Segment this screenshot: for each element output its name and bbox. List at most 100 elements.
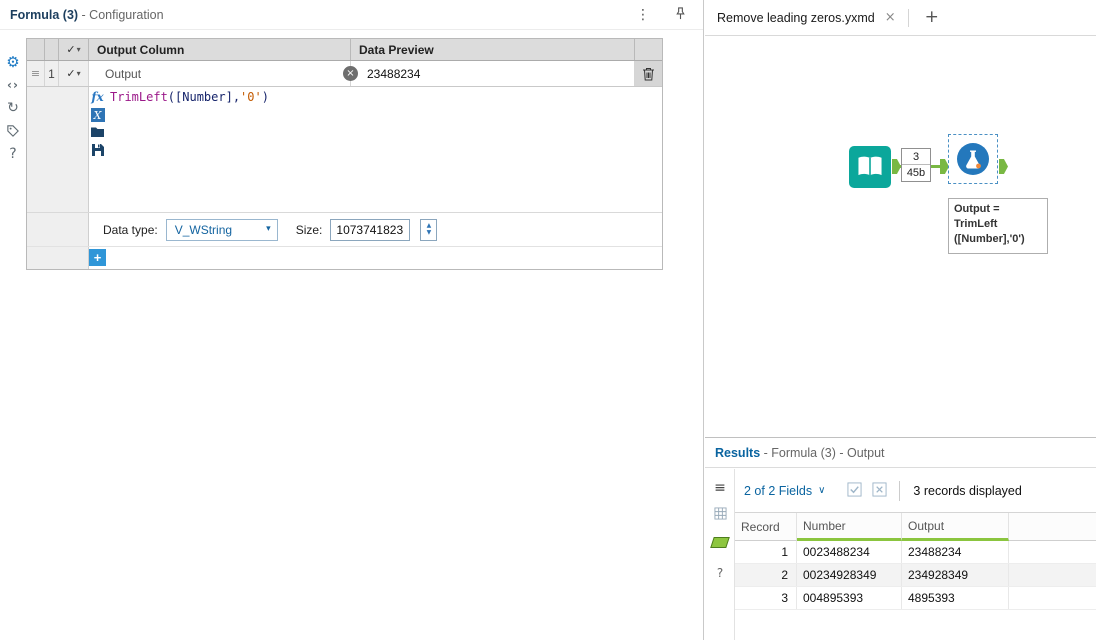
formula-expression[interactable]: TrimLeft([Number],'0'): [106, 87, 662, 212]
formula-editor-toolbar: fx X: [89, 87, 106, 212]
column-header-output[interactable]: Output: [902, 513, 1009, 541]
table-row[interactable]: 2 00234928349 234928349: [735, 564, 1096, 587]
configuration-panel-header: Formula (3) - Configuration ⋮: [0, 0, 703, 30]
data-type-label: Data type:: [103, 222, 158, 237]
metadata-list-icon[interactable]: ≡: [705, 481, 735, 495]
output-column-header[interactable]: Output Column: [89, 39, 351, 60]
settings-icon[interactable]: ⚙: [4, 54, 22, 70]
column-header-fill: [1009, 513, 1096, 541]
help-icon[interactable]: ?: [705, 567, 735, 579]
help-icon[interactable]: ?: [4, 146, 22, 162]
grip-header-cell: [27, 39, 45, 60]
column-header-record[interactable]: Record: [735, 513, 797, 541]
output-cell[interactable]: 4895393: [902, 587, 1009, 609]
formula-editor-row: fx X TrimLeft([Number],'0'): [27, 87, 662, 213]
formula-configuration: ✓ ▾ Output Column Data Preview ≡ 1 ✓ ▾ O…: [26, 30, 703, 640]
pin-icon[interactable]: [674, 6, 687, 23]
output-column-cell: ×: [89, 61, 358, 86]
output-cell[interactable]: 23488234: [902, 541, 1009, 563]
workflow-canvas[interactable]: 3 45b Output = TrimLeft ([Number],'0'): [705, 36, 1096, 437]
add-expression-button[interactable]: +: [89, 249, 106, 266]
data-type-select[interactable]: V_WString ▾: [165, 218, 278, 241]
number-cell[interactable]: 0023488234: [797, 541, 902, 563]
row-check-dropdown[interactable]: ✓ ▾: [59, 61, 89, 86]
results-table-header: Record Number Output: [735, 513, 1096, 541]
input-tool-output-anchor[interactable]: [892, 159, 901, 174]
config-side-toolbar: ⚙ ‹› ↻ ?: [0, 30, 26, 640]
checkbox-apply-icon[interactable]: [847, 481, 862, 500]
fields-summary: 2 of 2 Fields: [744, 483, 813, 498]
data-type-row: Data type: V_WString ▾ Size: ▲ ▼: [27, 213, 662, 247]
formula-tool-output-anchor[interactable]: [999, 159, 1008, 174]
fields-dropdown[interactable]: 2 of 2 Fields ∨: [744, 484, 825, 498]
panel-title: Formula (3): [10, 7, 79, 22]
variables-icon[interactable]: X: [90, 108, 105, 122]
formula-tool-selected[interactable]: [948, 134, 998, 184]
input-data-tool[interactable]: [849, 146, 891, 188]
row-number: 1: [45, 61, 59, 86]
size-stepper[interactable]: ▲ ▼: [420, 218, 438, 241]
table-row[interactable]: 1 0023488234 23488234: [735, 541, 1096, 564]
configuration-panel: Formula (3) - Configuration ⋮ ⚙ ‹› ↻ ? ✓…: [0, 0, 704, 640]
chevron-down-icon: ▾: [76, 44, 81, 54]
output-cell[interactable]: 234928349: [902, 564, 1009, 586]
formula-editor[interactable]: fx X TrimLeft([Number],'0'): [89, 87, 662, 212]
record-cell[interactable]: 3: [735, 587, 797, 609]
record-count: 3: [902, 149, 930, 165]
record-cell[interactable]: 2: [735, 564, 797, 586]
x-box-clear-icon[interactable]: [872, 481, 887, 500]
expression-string: '0': [240, 90, 262, 104]
expression-args: ([Number],: [167, 90, 241, 104]
delete-expression-button[interactable]: [635, 61, 662, 86]
tool-annotation[interactable]: Output = TrimLeft ([Number],'0'): [948, 198, 1048, 254]
record-cell[interactable]: 1: [735, 541, 797, 563]
drag-grip-icon[interactable]: ≡: [27, 61, 45, 86]
data-size: 45b: [906, 167, 926, 179]
expression-close: ): [261, 90, 269, 104]
data-preview-header[interactable]: Data Preview: [351, 39, 635, 60]
panel-header-icons: ⋮: [636, 6, 687, 23]
save-icon[interactable]: [91, 144, 104, 159]
size-label: Size:: [295, 222, 323, 237]
column-header-number[interactable]: Number: [797, 513, 902, 541]
chevron-down-icon: ▾: [76, 68, 81, 78]
alteryx-designer-window: Formula (3) - Configuration ⋮ ⚙ ‹› ↻ ? ✓…: [0, 0, 1096, 640]
book-icon: [858, 156, 882, 176]
functions-icon[interactable]: fx: [91, 90, 103, 104]
chevron-down-icon: ▾: [266, 224, 271, 234]
output-column-input[interactable]: [97, 61, 350, 86]
add-expression-row: +: [27, 247, 662, 269]
row-gutter: [27, 213, 89, 246]
overflow-menu-icon[interactable]: ⋮: [636, 8, 650, 22]
results-table: Record Number Output 1 0023488234 234882…: [735, 513, 1096, 610]
code-icon[interactable]: ‹›: [4, 77, 22, 93]
number-cell[interactable]: 004895393: [797, 587, 902, 609]
expression-grid: ✓ ▾ Output Column Data Preview ≡ 1 ✓ ▾ O…: [26, 38, 663, 270]
table-view-icon[interactable]: [705, 507, 735, 520]
open-folder-icon[interactable]: [91, 126, 104, 140]
data-type-value: V_WString: [174, 222, 233, 237]
row-gutter: [27, 247, 89, 269]
output-anchor-icon[interactable]: [705, 537, 735, 548]
results-side-toolbar: ≡ ?: [705, 469, 735, 640]
workflow-area: Remove leading zeros.yxmd × + 3 45b Outp…: [705, 0, 1096, 640]
results-header: Results - Formula (3) - Output: [705, 438, 1096, 468]
connection-progress-badge[interactable]: 3 45b: [901, 148, 931, 182]
table-row[interactable]: 3 004895393 4895393: [735, 587, 1096, 610]
expression-row[interactable]: ≡ 1 ✓ ▾ × 23488234: [27, 61, 662, 87]
stepper-down-icon[interactable]: ▼: [427, 230, 432, 236]
new-tab-button[interactable]: +: [925, 9, 939, 26]
refresh-icon[interactable]: ↻: [4, 100, 22, 116]
annotation-line: Output =: [954, 203, 1000, 215]
expression-function: TrimLeft: [110, 90, 168, 104]
size-input[interactable]: [330, 218, 411, 241]
data-type-controls: Data type: V_WString ▾ Size: ▲ ▼: [89, 213, 662, 246]
annotation-tag-icon[interactable]: [4, 123, 22, 139]
select-all-dropdown[interactable]: ✓ ▾: [59, 39, 89, 60]
number-cell[interactable]: 00234928349: [797, 564, 902, 586]
flask-icon: [957, 143, 989, 175]
tab-close-icon[interactable]: ×: [885, 11, 896, 24]
workflow-tab[interactable]: Remove leading zeros.yxmd ×: [705, 0, 908, 35]
clear-field-icon[interactable]: ×: [343, 66, 358, 81]
results-toolbar: 2 of 2 Fields ∨ 3 records displayed: [735, 469, 1096, 513]
